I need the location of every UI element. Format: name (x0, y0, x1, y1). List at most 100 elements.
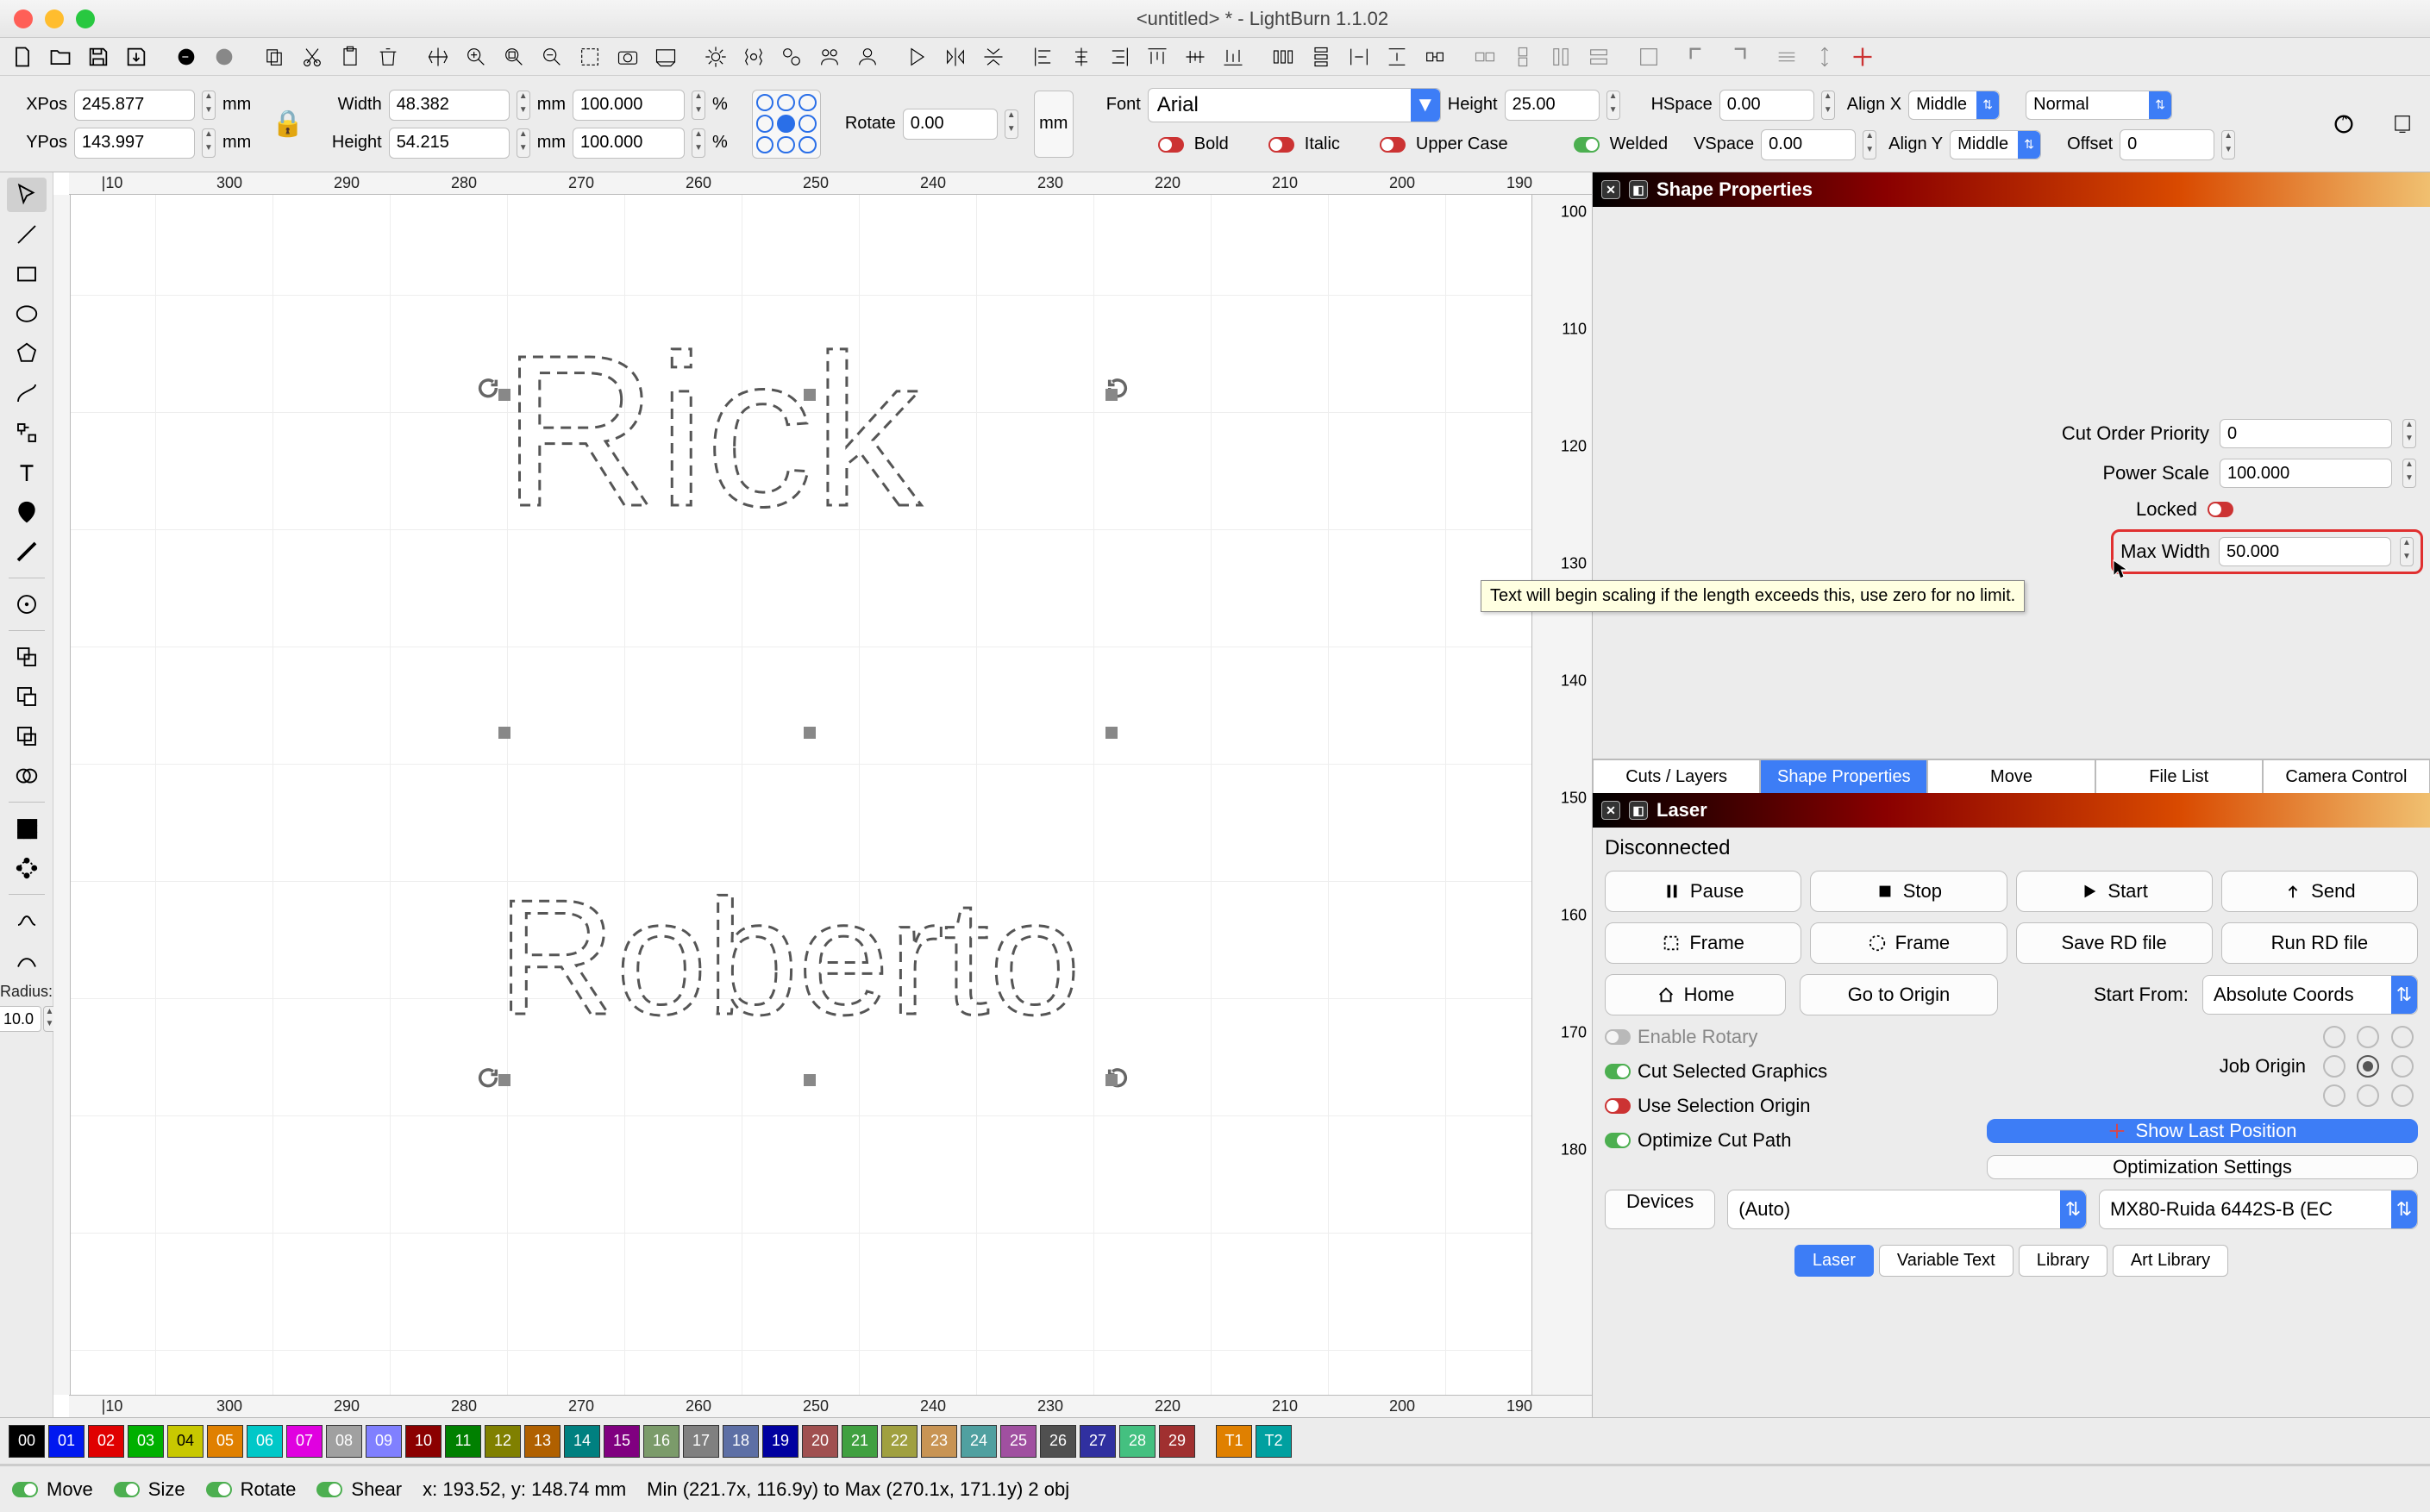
boolean-intersect-icon[interactable] (7, 719, 47, 753)
align-top-icon[interactable] (1140, 41, 1174, 72)
zoom-out-icon[interactable] (535, 41, 569, 72)
height-input[interactable] (389, 128, 510, 159)
weld-icon[interactable] (7, 759, 47, 793)
mirror-h-icon[interactable] (938, 41, 973, 72)
color-swatch[interactable]: 22 (881, 1425, 918, 1458)
color-swatch[interactable]: 00 (9, 1425, 45, 1458)
snap-size-toggle[interactable] (114, 1482, 140, 1497)
laser-tab[interactable]: Art Library (2113, 1245, 2228, 1277)
offset-input[interactable] (2120, 129, 2214, 160)
new-icon[interactable] (5, 41, 40, 72)
laser-tab[interactable]: Library (2019, 1245, 2107, 1277)
color-swatch[interactable]: 25 (1000, 1425, 1037, 1458)
corner-tr-icon[interactable] (1719, 41, 1754, 72)
close-window-icon[interactable] (14, 9, 33, 28)
offset-shapes-icon[interactable] (7, 640, 47, 674)
bezier-tool-icon[interactable] (7, 376, 47, 410)
color-swatch[interactable]: 13 (524, 1425, 561, 1458)
home-button[interactable]: Home (1605, 974, 1786, 1015)
position-tool-icon[interactable] (7, 495, 47, 529)
send-icon[interactable] (2385, 109, 2420, 140)
optimization-settings-button[interactable]: Optimization Settings (1987, 1155, 2418, 1179)
laser-header[interactable]: ✕ ◧ Laser (1593, 793, 2430, 828)
color-swatch[interactable]: 20 (802, 1425, 838, 1458)
go-to-origin-button[interactable]: Go to Origin (1800, 974, 1998, 1015)
color-swatch[interactable]: 26 (1040, 1425, 1076, 1458)
color-swatch[interactable]: 29 (1159, 1425, 1195, 1458)
corner-tl-icon[interactable] (1682, 41, 1716, 72)
distribute-h-icon[interactable] (1266, 41, 1300, 72)
tool-layer-swatch[interactable]: T2 (1256, 1425, 1292, 1458)
text-height-input[interactable] (1505, 90, 1600, 121)
distribute-v-icon[interactable] (1304, 41, 1338, 72)
canvas-text-1[interactable]: Rick (502, 316, 1192, 574)
crosshair-red-icon[interactable] (1845, 41, 1880, 72)
shape-tab[interactable]: Cuts / Layers (1593, 759, 1760, 793)
rotary-icon[interactable] (2327, 109, 2361, 140)
distribute-v2-icon[interactable] (1380, 41, 1414, 72)
minimize-window-icon[interactable] (45, 9, 64, 28)
color-swatch[interactable]: 07 (286, 1425, 323, 1458)
start-button[interactable]: Start (2016, 871, 2213, 912)
polygon-tool-icon[interactable] (7, 336, 47, 371)
color-swatch[interactable]: 19 (762, 1425, 799, 1458)
scale-w-input[interactable] (573, 90, 685, 121)
color-swatch[interactable]: 18 (723, 1425, 759, 1458)
pan-icon[interactable] (421, 41, 455, 72)
align-bottom-icon[interactable] (1216, 41, 1250, 72)
color-swatch[interactable]: 23 (921, 1425, 957, 1458)
welded-toggle[interactable] (1574, 137, 1600, 153)
color-swatch[interactable]: 10 (405, 1425, 442, 1458)
move-together-icon[interactable] (1418, 41, 1452, 72)
arrange-icon[interactable] (1631, 41, 1666, 72)
color-swatch[interactable]: 15 (604, 1425, 640, 1458)
color-swatch[interactable]: 14 (564, 1425, 600, 1458)
path-text-icon[interactable] (7, 943, 47, 978)
color-swatch[interactable]: 03 (128, 1425, 164, 1458)
pause-button[interactable]: Pause (1605, 871, 1801, 912)
text-mode-select[interactable]: Normal⇅ (2026, 91, 2172, 120)
ellipse-tool-icon[interactable] (7, 297, 47, 331)
job-origin-grid[interactable] (2323, 1026, 2418, 1107)
undo-icon[interactable] (169, 41, 204, 72)
show-last-position-button[interactable]: Show Last Position (1987, 1119, 2418, 1143)
resize-handle[interactable] (498, 389, 510, 401)
save-rd-button[interactable]: Save RD file (2016, 922, 2213, 964)
align-right-icon[interactable] (1102, 41, 1137, 72)
color-swatch[interactable]: 17 (683, 1425, 719, 1458)
start-from-select[interactable]: Absolute Coords⇅ (2202, 975, 2418, 1015)
alignx-select[interactable]: Middle⇅ (1908, 91, 2000, 120)
color-swatch[interactable]: 05 (207, 1425, 243, 1458)
use-selection-origin-toggle[interactable] (1605, 1098, 1631, 1114)
resize-handle[interactable] (804, 727, 816, 739)
close-panel-icon[interactable]: ✕ (1601, 801, 1620, 820)
radial-array-icon[interactable] (7, 851, 47, 885)
rect-tool-icon[interactable] (7, 257, 47, 291)
text-tool-icon[interactable] (7, 455, 47, 490)
support-icon[interactable] (812, 41, 847, 72)
tool-layer-swatch[interactable]: T1 (1216, 1425, 1252, 1458)
color-swatch[interactable]: 04 (167, 1425, 204, 1458)
close-panel-icon[interactable]: ✕ (1601, 180, 1620, 199)
distribute-h2-icon[interactable] (1342, 41, 1376, 72)
cut-selected-toggle[interactable] (1605, 1064, 1631, 1079)
resize-handle[interactable] (804, 1074, 816, 1086)
color-swatch[interactable]: 27 (1080, 1425, 1116, 1458)
resize-handle[interactable] (1105, 389, 1118, 401)
units-box[interactable]: mm (1034, 91, 1074, 158)
color-swatch[interactable]: 11 (445, 1425, 481, 1458)
lock-aspect-icon[interactable]: 🔒 (272, 109, 304, 139)
resize-handle[interactable] (498, 1074, 510, 1086)
resize-handle[interactable] (804, 389, 816, 401)
uppercase-toggle[interactable] (1380, 137, 1406, 153)
import-icon[interactable] (119, 41, 153, 72)
boolean-subtract-icon[interactable] (7, 679, 47, 714)
2row-icon[interactable] (1581, 41, 1616, 72)
laser-tab[interactable]: Laser (1794, 1245, 1874, 1277)
color-swatch[interactable]: 09 (366, 1425, 402, 1458)
trace-icon[interactable] (7, 903, 47, 938)
measure-tool-icon[interactable] (7, 534, 47, 569)
snap-shear-toggle[interactable] (316, 1482, 342, 1497)
delete-icon[interactable] (371, 41, 405, 72)
copy-icon[interactable] (257, 41, 291, 72)
